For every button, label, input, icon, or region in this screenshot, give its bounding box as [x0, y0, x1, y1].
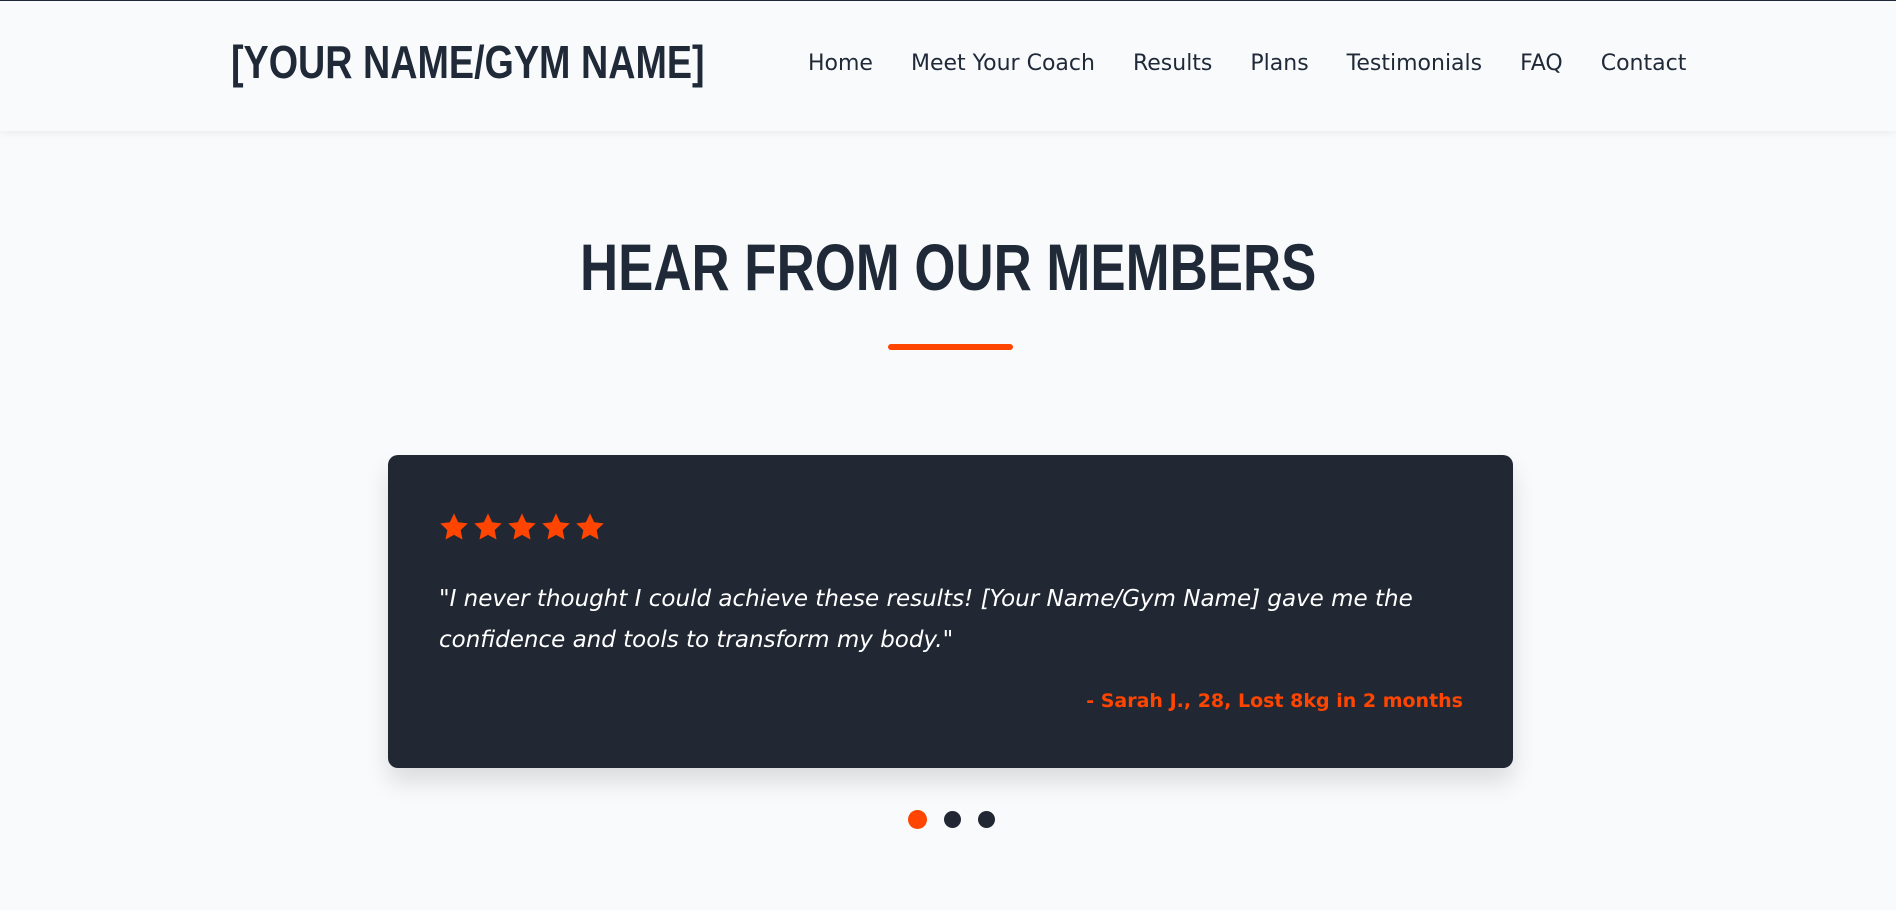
- star-icon: [506, 511, 538, 543]
- main-nav: Home Meet Your Coach Results Plans Testi…: [808, 51, 1686, 76]
- site-header: [YOUR NAME/GYM NAME] Home Meet Your Coac…: [0, 1, 1896, 131]
- nav-link-testimonials[interactable]: Testimonials: [1347, 51, 1482, 76]
- testimonial-card: "I never thought I could achieve these r…: [388, 455, 1513, 768]
- testimonial-author: - Sarah J., 28, Lost 8kg in 2 months: [1086, 690, 1463, 712]
- star-icon: [438, 511, 470, 543]
- nav-link-home[interactable]: Home: [808, 51, 873, 76]
- star-icon: [540, 511, 572, 543]
- nav-link-faq[interactable]: FAQ: [1520, 51, 1563, 76]
- section-title: HEAR FROM OUR MEMBERS: [0, 229, 1896, 305]
- title-underline: [888, 344, 1013, 350]
- star-rating: [438, 511, 606, 543]
- nav-link-meet-your-coach[interactable]: Meet Your Coach: [911, 51, 1095, 76]
- star-icon: [574, 511, 606, 543]
- site-logo[interactable]: [YOUR NAME/GYM NAME]: [231, 35, 705, 89]
- nav-link-plans[interactable]: Plans: [1250, 51, 1308, 76]
- nav-link-contact[interactable]: Contact: [1601, 51, 1687, 76]
- carousel-dots: [908, 810, 995, 829]
- carousel-dot-2[interactable]: [944, 811, 961, 828]
- testimonial-quote: "I never thought I could achieve these r…: [439, 586, 1413, 653]
- carousel-dot-3[interactable]: [978, 811, 995, 828]
- section-title-text: HEAR FROM OUR MEMBERS: [579, 230, 1317, 304]
- star-icon: [472, 511, 504, 543]
- carousel-dot-1[interactable]: [908, 810, 927, 829]
- nav-link-results[interactable]: Results: [1133, 51, 1212, 76]
